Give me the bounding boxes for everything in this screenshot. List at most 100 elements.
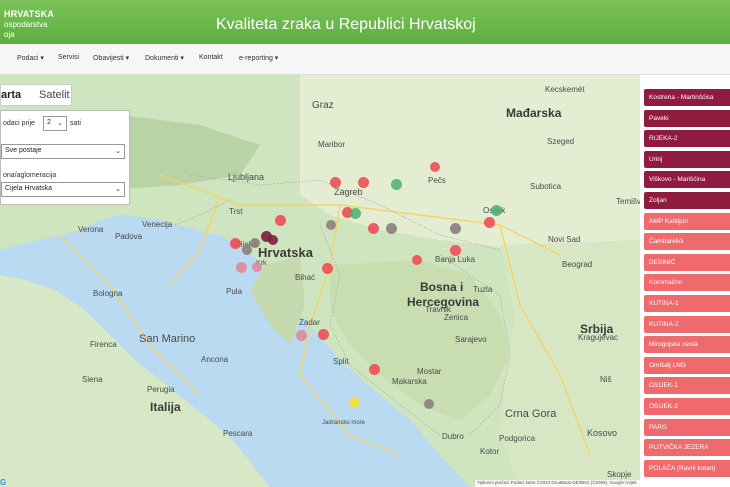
- station-list-item[interactable]: Čambarelići: [644, 233, 730, 251]
- station-list-item[interactable]: PLITVIČKA JEZERA: [644, 439, 730, 457]
- site-header: HRVATSKA ospodarstva oja Kvaliteta zraka…: [0, 0, 730, 44]
- station-marker[interactable]: [430, 162, 440, 172]
- station-marker[interactable]: [350, 208, 361, 219]
- station-list-item[interactable]: Mirogojska cesta: [644, 336, 730, 354]
- station-marker[interactable]: [349, 397, 360, 408]
- station-marker[interactable]: [296, 330, 307, 341]
- station-list: Kostrena - Martinšćica Paveki RIJEKA-2 Urin…: [644, 89, 730, 487]
- logo-text[interactable]: HRVATSKA: [4, 9, 54, 19]
- station-marker[interactable]: [424, 399, 434, 409]
- map-label-tuzla: Tuzla: [473, 285, 493, 294]
- map-label-pescara: Pescara: [223, 429, 253, 438]
- filter-panel: odaci prije 2 ⌄ sati Sve postaje ⌄ ona/a…: [0, 110, 130, 205]
- station-marker[interactable]: [484, 217, 495, 228]
- station-marker[interactable]: [242, 245, 252, 255]
- station-marker[interactable]: [236, 262, 247, 273]
- map-label-skopje: Skopje: [607, 470, 632, 479]
- site-title: Kvaliteta zraka u Republici Hrvatskoj: [216, 16, 476, 33]
- station-marker[interactable]: [322, 263, 333, 274]
- station-list-item[interactable]: Paveki: [644, 109, 730, 127]
- map-type-tabs: arta Satelit: [0, 84, 72, 106]
- map-label-trst: Trst: [229, 207, 243, 216]
- station-list-item[interactable]: Omišalj LNG: [644, 356, 730, 374]
- map-label-sarajevo: Sarajevo: [455, 335, 487, 344]
- map-label-kosovo: Kosovo: [587, 428, 618, 438]
- station-list-item[interactable]: DESINIĆ: [644, 253, 730, 271]
- zone-select[interactable]: Cijela Hrvatska ⌄: [1, 182, 125, 197]
- chevron-down-icon: ⌄: [115, 186, 121, 193]
- map-label-crna-gora: Crna Gora: [505, 408, 557, 420]
- logo-subtext-2[interactable]: oja: [4, 30, 15, 39]
- nav-servisi[interactable]: Servisi: [58, 54, 79, 61]
- station-list-item[interactable]: Viškovo - Marišćina: [644, 171, 730, 189]
- nav-dokumenti[interactable]: Dokumenti ▾: [145, 54, 184, 62]
- station-list-item[interactable]: OSIJEK-2: [644, 398, 730, 415]
- map-label-travnik: Travnik: [425, 305, 451, 314]
- map-label-jadransko: Jadransko more: [322, 420, 366, 426]
- chevron-down-icon: ⌄: [57, 120, 63, 127]
- map-label-kotor: Kotor: [480, 447, 500, 456]
- station-marker[interactable]: [268, 235, 278, 245]
- station-list-item[interactable]: Zoljan: [644, 192, 730, 209]
- nav-kontakt[interactable]: Kontakt: [199, 54, 223, 61]
- period-label: odaci prije: [3, 120, 35, 127]
- logo-subtext[interactable]: ospodarstva: [4, 20, 48, 29]
- station-list-item[interactable]: POLAČA (Ravni kotari): [644, 459, 730, 477]
- station-list-item[interactable]: Kostrena - Martinšćica: [644, 89, 730, 106]
- station-marker[interactable]: [330, 177, 341, 188]
- station-marker[interactable]: [358, 177, 369, 188]
- tab-karta[interactable]: arta: [1, 89, 21, 101]
- station-select[interactable]: Sve postaje ⌄: [1, 144, 125, 159]
- land-serbia: [500, 240, 640, 487]
- station-list-item[interactable]: PARG: [644, 418, 730, 436]
- station-marker[interactable]: [450, 223, 461, 234]
- station-marker[interactable]: [450, 245, 461, 256]
- station-marker[interactable]: [230, 238, 241, 249]
- map-label-san-marino: San Marino: [139, 333, 196, 345]
- nav-obavijesti[interactable]: Obavijesti ▾: [93, 54, 129, 62]
- map-label-venecija: Venecija: [142, 220, 173, 229]
- map-label-bihac: Bihać: [295, 273, 316, 282]
- station-list-item[interactable]: RIJEKA-2: [644, 130, 730, 148]
- period-select[interactable]: 2 ⌄: [43, 116, 67, 131]
- station-marker[interactable]: [386, 223, 397, 234]
- station-marker[interactable]: [326, 220, 336, 230]
- station-marker[interactable]: [318, 329, 329, 340]
- map-label-ancona: Ancona: [201, 355, 229, 364]
- map-label-bologna: Bologna: [93, 289, 123, 298]
- station-marker[interactable]: [412, 255, 422, 265]
- map-label-split: Split: [333, 357, 349, 366]
- map-label-makarska: Makarska: [392, 377, 427, 386]
- zone-select-value: Cijela Hrvatska: [5, 185, 53, 192]
- map-label-nis: Niš: [600, 375, 612, 384]
- station-list-item[interactable]: OSIJEK-1: [644, 377, 730, 395]
- station-list-item[interactable]: Urinj: [644, 150, 730, 168]
- map-label-madarska: Mađarska: [506, 106, 562, 120]
- map-label-banja-luka: Banja Luka: [435, 255, 476, 264]
- station-marker[interactable]: [391, 179, 402, 190]
- map-label-graz: Graz: [312, 100, 334, 111]
- map-label-pula: Pula: [226, 287, 243, 296]
- map-label-pecs: Pečs: [428, 176, 446, 185]
- map-label-ljubljana: Ljubljana: [228, 172, 265, 182]
- station-select-value: Sve postaje: [5, 147, 42, 154]
- station-list-item[interactable]: KUTINA-1: [644, 295, 730, 312]
- station-marker[interactable]: [252, 262, 262, 272]
- station-marker[interactable]: [491, 205, 502, 216]
- nav-podaci[interactable]: Podaci ▾: [17, 54, 44, 62]
- period-value: 2: [47, 119, 51, 126]
- nav-e-reporting[interactable]: e-reporting ▾: [239, 54, 278, 62]
- station-list-item[interactable]: KUTINA-2: [644, 315, 730, 333]
- map-label-firenca: Firenca: [90, 340, 117, 349]
- tab-satelit[interactable]: Satelit: [39, 89, 70, 101]
- station-list-item[interactable]: Koromačno: [644, 274, 730, 292]
- land-italy: [0, 275, 270, 487]
- map-label-siena: Siena: [82, 375, 103, 384]
- station-marker[interactable]: [369, 364, 380, 375]
- station-marker[interactable]: [250, 238, 260, 248]
- map-label-kragujevac: Kragujevac: [578, 333, 619, 342]
- station-list-item[interactable]: AMP Kaštijun: [644, 212, 730, 230]
- station-marker[interactable]: [368, 223, 379, 234]
- station-marker[interactable]: [275, 215, 286, 226]
- map-attribution[interactable]: Tipkovni prečaci Podaci karte ©2024 GeoB…: [475, 480, 640, 487]
